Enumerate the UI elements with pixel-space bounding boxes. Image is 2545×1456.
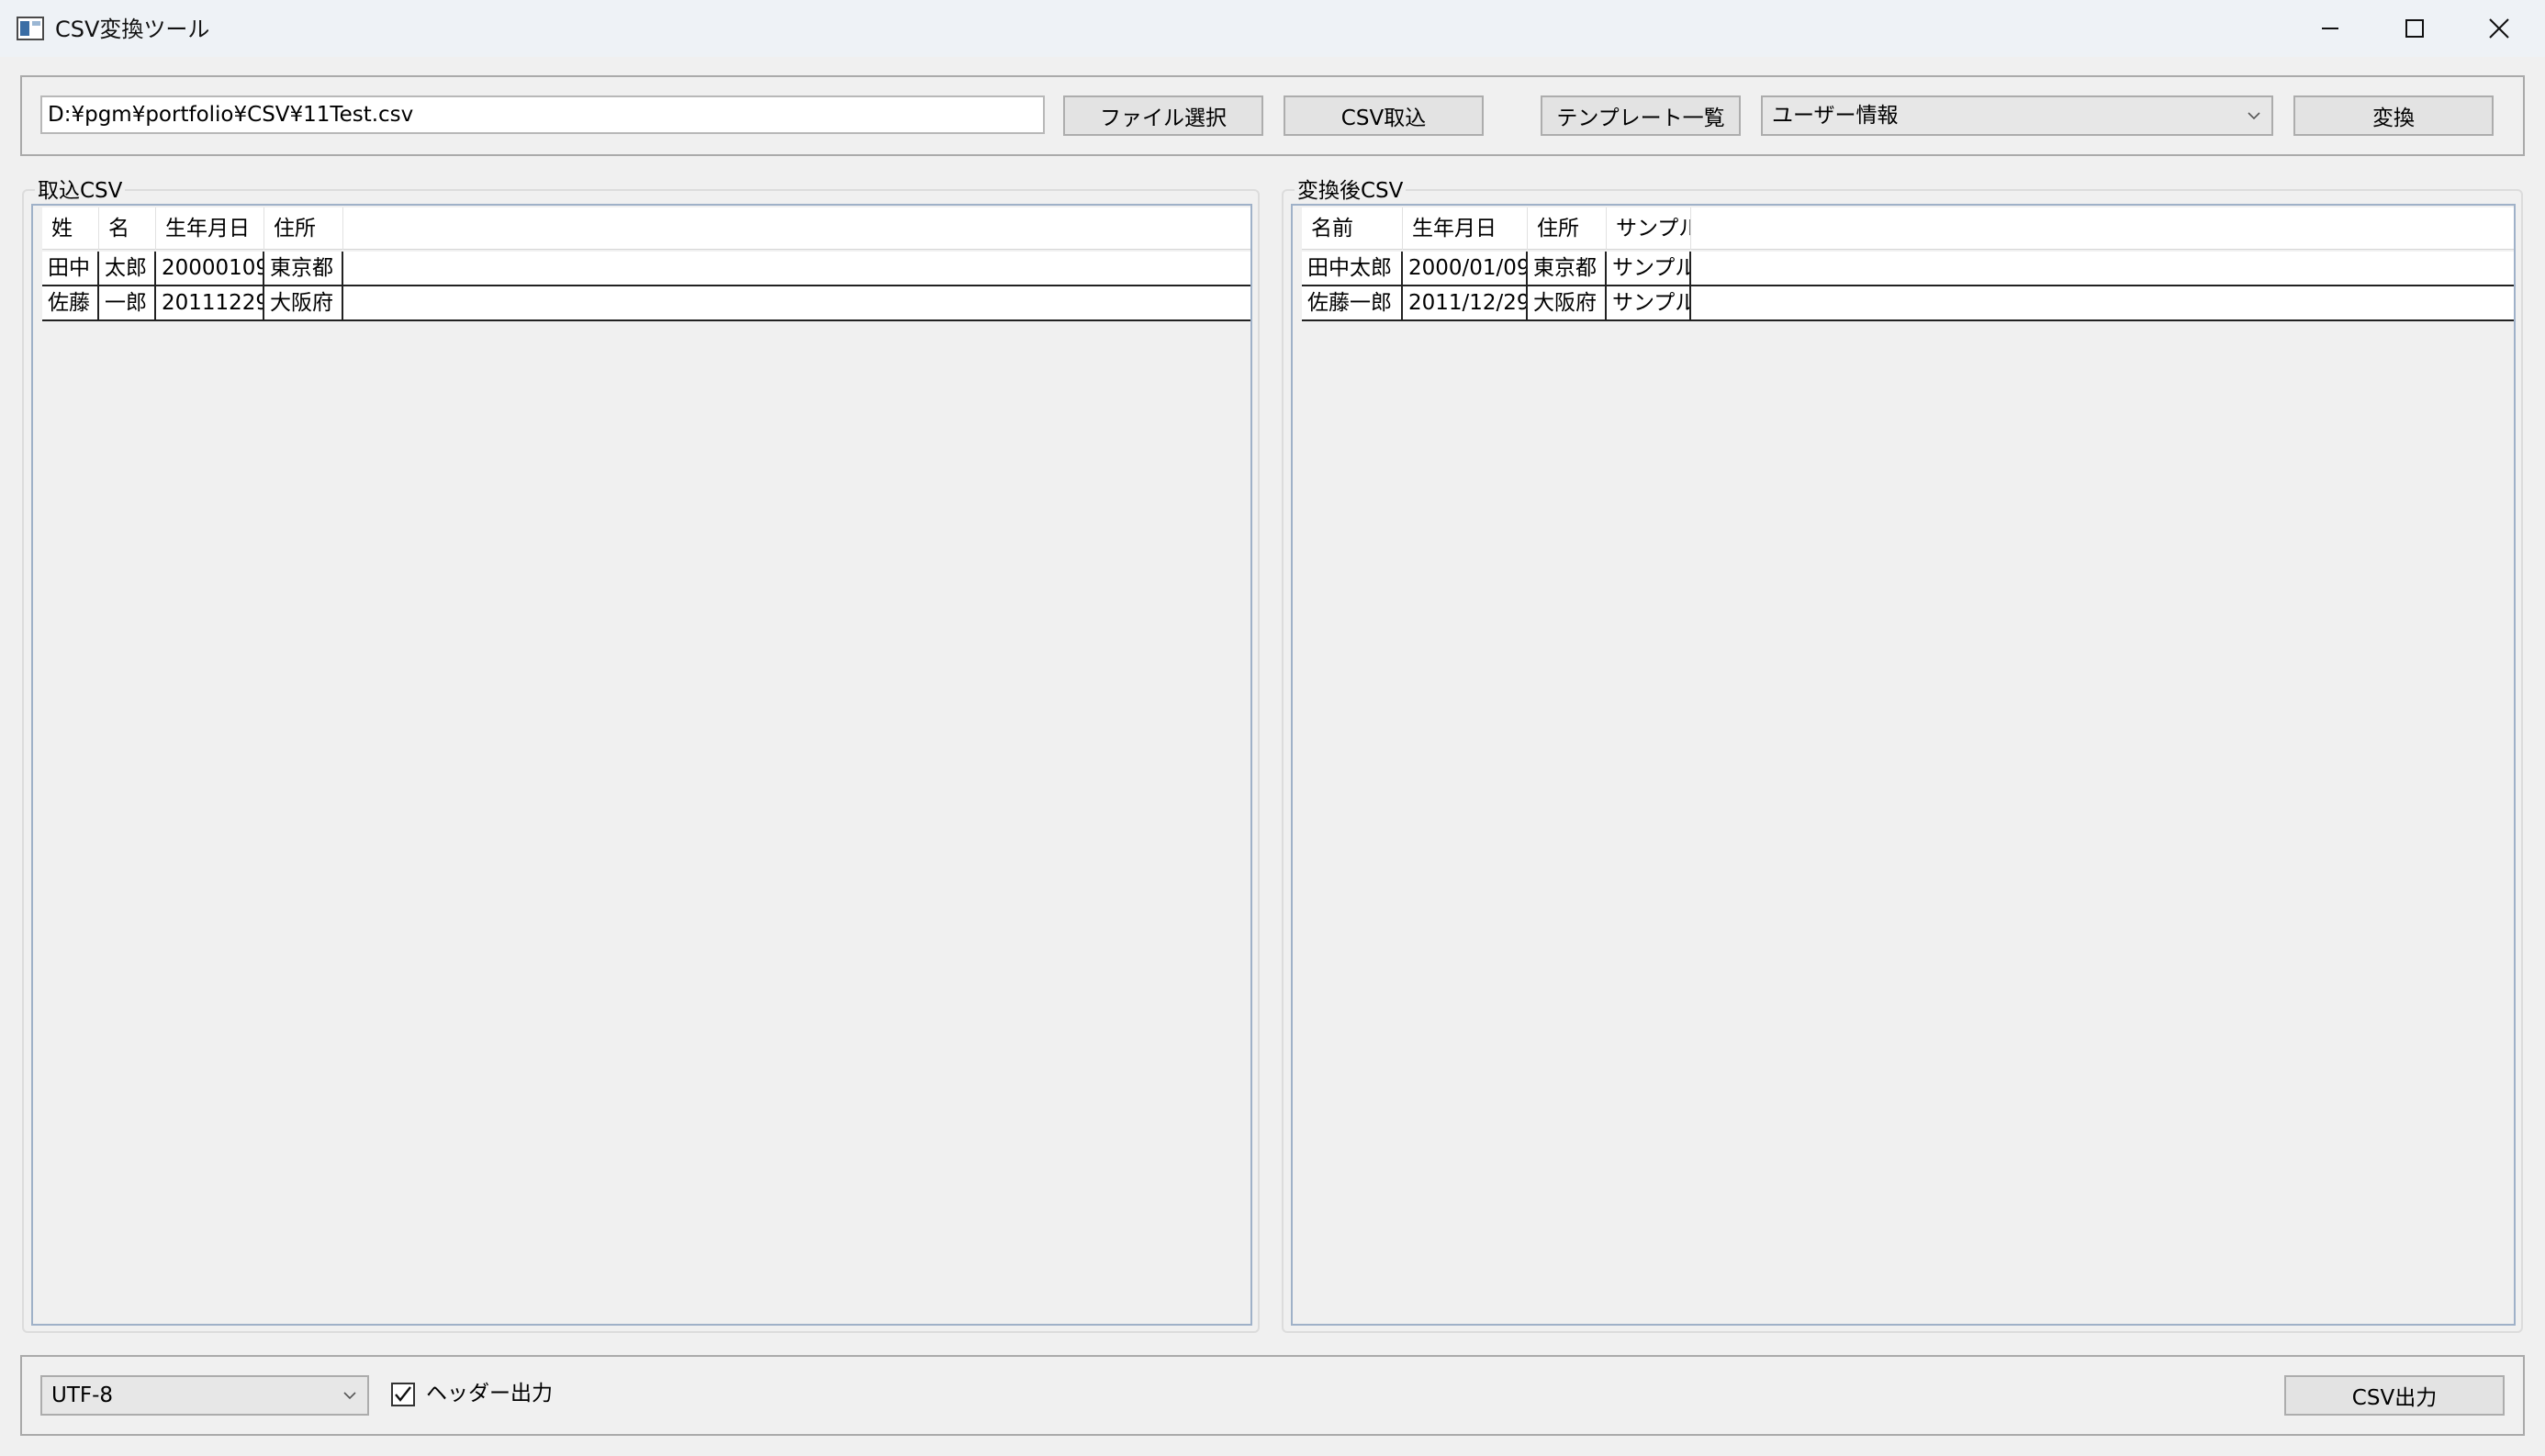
import-grid-header: 姓 名 生年月日 住所 xyxy=(42,207,1250,250)
convert-button[interactable]: 変換 xyxy=(2293,95,2494,136)
table-cell[interactable]: 2011/12/29 xyxy=(1403,286,1528,319)
column-header[interactable]: 生年月日 xyxy=(156,207,264,250)
main-window: CSV変換ツール D:¥pgm¥portfolio¥CSV¥11Test.csv… xyxy=(0,0,2545,1456)
header-output-checkbox[interactable] xyxy=(391,1383,415,1406)
table-cell[interactable]: 東京都 xyxy=(264,252,343,285)
table-cell[interactable]: 2000/01/09 xyxy=(1403,252,1528,285)
table-cell[interactable]: 20000109 xyxy=(156,252,264,285)
converted-grid-header: 名前 生年月日 住所 サンプル xyxy=(1302,207,2514,250)
column-header[interactable]: 名前 xyxy=(1302,207,1403,250)
table-cell[interactable]: 東京都 xyxy=(1528,252,1607,285)
minimize-button[interactable] xyxy=(2288,0,2372,57)
table-cell[interactable]: 佐藤一郎 xyxy=(1302,286,1403,319)
maximize-button[interactable] xyxy=(2372,0,2457,57)
column-header[interactable]: 名 xyxy=(99,207,156,250)
close-icon xyxy=(2489,18,2509,39)
converted-csv-grid[interactable]: 名前 生年月日 住所 サンプル 田中太郎 2000/01/09 東京都 サンプル… xyxy=(1291,204,2516,1326)
column-header[interactable]: 姓 xyxy=(42,207,99,250)
checkmark-icon xyxy=(395,1386,411,1402)
template-list-button[interactable]: テンプレート一覧 xyxy=(1541,95,1741,136)
chevron-down-icon xyxy=(2248,112,2260,120)
column-header[interactable]: サンプル xyxy=(1607,207,1691,250)
import-csv-button[interactable]: CSV取込 xyxy=(1284,95,1484,136)
table-row[interactable]: 田中 太郎 20000109 東京都 xyxy=(42,252,1250,286)
template-select-value: ユーザー情報 xyxy=(1772,104,1899,128)
table-cell[interactable]: 太郎 xyxy=(99,252,156,285)
title-bar[interactable]: CSV変換ツール xyxy=(0,0,2545,57)
table-cell[interactable]: サンプル xyxy=(1607,252,1691,285)
table-cell[interactable]: 一郎 xyxy=(99,286,156,319)
table-row[interactable]: 田中太郎 2000/01/09 東京都 サンプル xyxy=(1302,252,2514,286)
encoding-select[interactable]: UTF-8 xyxy=(40,1375,369,1416)
encoding-select-value: UTF-8 xyxy=(51,1383,114,1407)
select-file-button[interactable]: ファイル選択 xyxy=(1063,95,1263,136)
table-cell[interactable]: 田中太郎 xyxy=(1302,252,1403,285)
app-icon xyxy=(17,17,44,40)
file-path-input[interactable]: D:¥pgm¥portfolio¥CSV¥11Test.csv xyxy=(40,95,1045,134)
minimize-icon xyxy=(2322,28,2338,29)
close-button[interactable] xyxy=(2457,0,2541,57)
table-cell[interactable]: 大阪府 xyxy=(1528,286,1607,319)
converted-csv-group-title: 変換後CSV xyxy=(1295,174,1407,207)
table-cell[interactable]: 田中 xyxy=(42,252,99,285)
table-row[interactable]: 佐藤 一郎 20111229 大阪府 xyxy=(42,286,1250,321)
column-header[interactable]: 生年月日 xyxy=(1403,207,1528,250)
template-select[interactable]: ユーザー情報 xyxy=(1761,95,2273,136)
chevron-down-icon xyxy=(343,1392,356,1400)
header-output-label[interactable]: ヘッダー出力 xyxy=(426,1377,553,1410)
table-row[interactable]: 佐藤一郎 2011/12/29 大阪府 サンプル xyxy=(1302,286,2514,321)
column-header[interactable]: 住所 xyxy=(1528,207,1607,250)
import-csv-group-title: 取込CSV xyxy=(35,174,126,207)
import-csv-grid[interactable]: 姓 名 生年月日 住所 田中 太郎 20000109 東京都 佐藤 一郎 201… xyxy=(31,204,1252,1326)
table-cell[interactable]: 大阪府 xyxy=(264,286,343,319)
table-cell[interactable]: サンプル xyxy=(1607,286,1691,319)
column-header[interactable]: 住所 xyxy=(264,207,343,250)
maximize-icon xyxy=(2405,19,2424,38)
table-cell[interactable]: 20111229 xyxy=(156,286,264,319)
csv-output-button[interactable]: CSV出力 xyxy=(2284,1375,2505,1416)
window-title: CSV変換ツール xyxy=(55,17,210,42)
table-cell[interactable]: 佐藤 xyxy=(42,286,99,319)
